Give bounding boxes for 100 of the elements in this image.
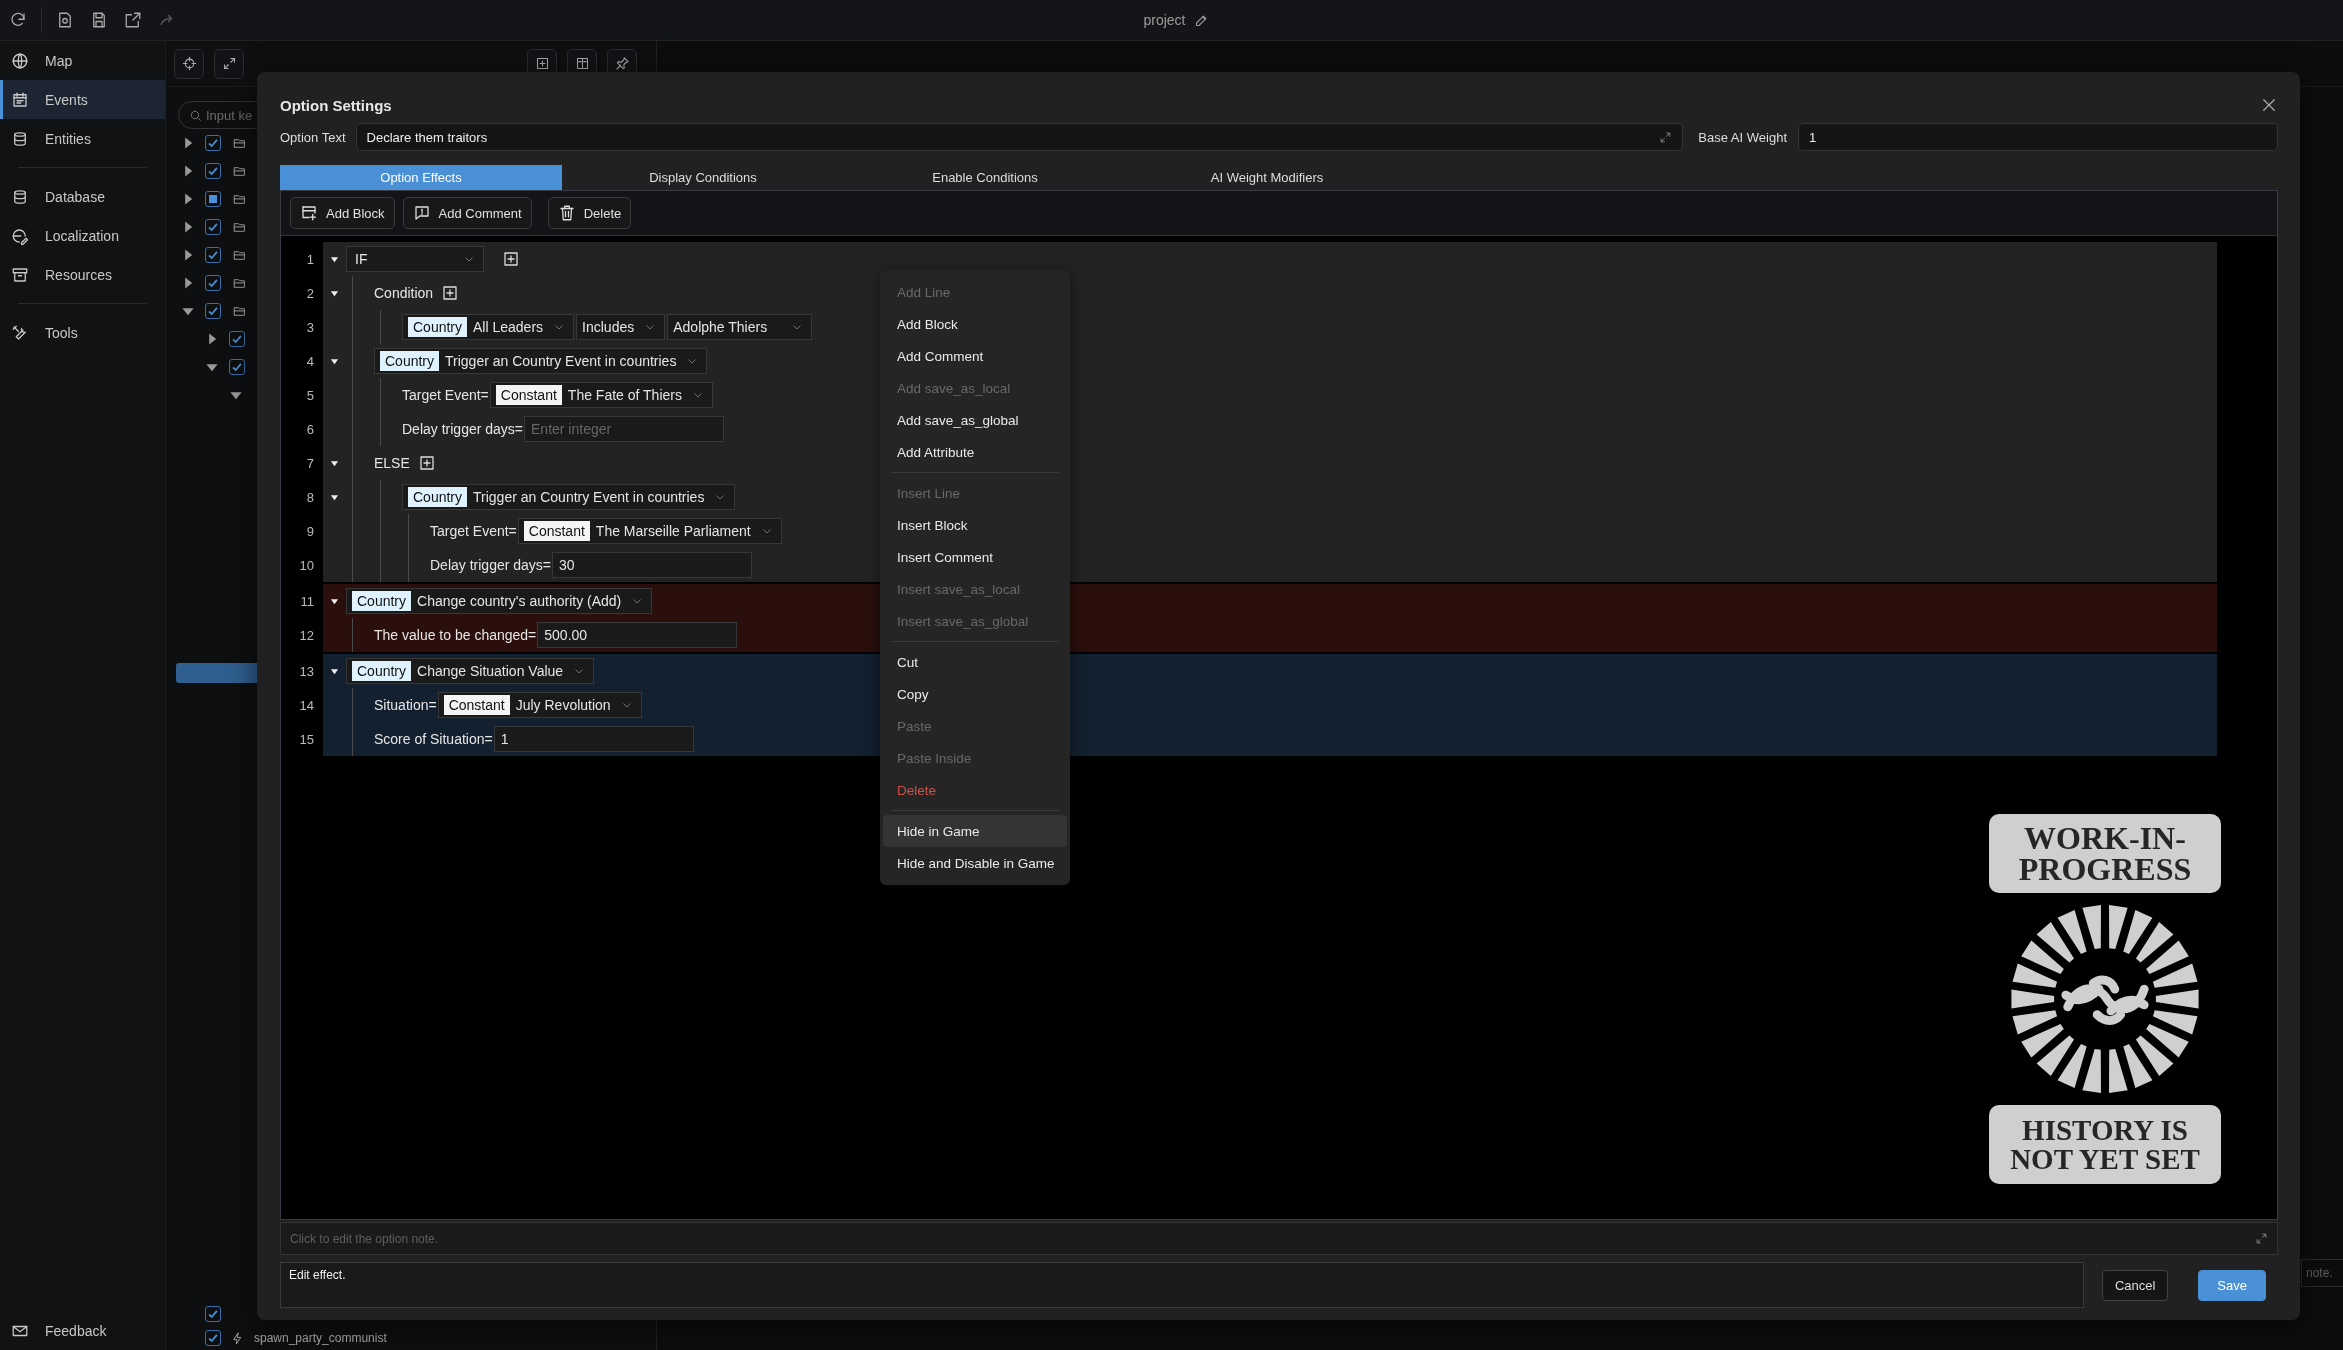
line-number: 2	[281, 276, 323, 310]
refresh-icon[interactable]	[9, 11, 27, 29]
menu-item[interactable]: Add Block	[883, 308, 1067, 340]
checkbox[interactable]	[205, 135, 221, 151]
expand-arrow-icon[interactable]	[330, 458, 339, 468]
sidebar-item[interactable]: Resources	[0, 255, 165, 294]
file-icon[interactable]	[56, 11, 74, 29]
expand-button[interactable]	[214, 48, 244, 79]
dropdown[interactable]: Constant The Marseille Parliament	[517, 518, 782, 544]
folder-icon	[233, 304, 246, 318]
menu-item[interactable]: Add Comment	[883, 340, 1067, 372]
plus-icon[interactable]	[502, 250, 520, 268]
line-number: 14	[281, 688, 323, 722]
sidebar-item[interactable]: Entities	[0, 119, 165, 158]
sidebar-item[interactable]: Database	[0, 177, 165, 216]
checkbox[interactable]	[205, 275, 221, 291]
checkbox[interactable]	[205, 1330, 221, 1346]
locate-button[interactable]	[174, 48, 204, 79]
line-number: 3	[281, 310, 323, 344]
comment-icon	[412, 204, 431, 222]
field-label: Option Text	[280, 129, 346, 145]
expand-icon[interactable]	[1659, 130, 1673, 144]
menu-item[interactable]: Hide in Game	[883, 815, 1067, 847]
tab[interactable]: AI Weight Modifiers	[1126, 165, 1408, 190]
dropdown[interactable]: Country Change Situation Value	[346, 658, 595, 684]
project-title: project	[1143, 12, 1186, 28]
folder-icon	[233, 192, 246, 206]
menu-item[interactable]: Delete	[883, 774, 1067, 806]
dropdown[interactable]: Country All Leaders	[402, 314, 575, 340]
expand-icon[interactable]	[2255, 1232, 2268, 1245]
export-icon[interactable]	[124, 11, 142, 29]
plus-icon[interactable]	[441, 284, 460, 302]
menu-item[interactable]: Insert Block	[883, 509, 1067, 541]
dropdown-value: Change country's authority (Add)	[417, 593, 622, 609]
dropdown-value: Trigger an Country Event in countries	[473, 489, 705, 505]
close-icon[interactable]	[2260, 96, 2278, 114]
add-comment-button[interactable]: Add Comment	[402, 197, 532, 229]
input-field[interactable]: 500.00	[537, 622, 738, 648]
dropdown[interactable]: Includes	[576, 314, 666, 340]
columns-icon	[574, 56, 590, 71]
cancel-button[interactable]: Cancel	[2101, 1269, 2169, 1301]
menu-item[interactable]: Hide and Disable in Game	[883, 847, 1067, 879]
dropdown[interactable]: Country Change country's authority (Add)	[346, 588, 653, 614]
parameter-label: Delay trigger days=	[402, 421, 523, 437]
dropdown-value: All Leaders	[473, 319, 544, 335]
block-label: ELSE	[374, 455, 410, 471]
checkbox[interactable]	[205, 303, 221, 319]
dropdown[interactable]: Constant July Revolution	[437, 692, 642, 718]
feedback-item[interactable]: Feedback	[0, 1311, 165, 1350]
tab[interactable]: Enable Conditions	[844, 165, 1126, 190]
menu-item[interactable]: Add save_as_global	[883, 404, 1067, 436]
event-name[interactable]: spawn_party_communist	[254, 1331, 387, 1345]
plus-icon[interactable]	[417, 454, 436, 472]
expand-arrow-icon[interactable]	[330, 596, 339, 606]
input-field[interactable]: 30	[552, 552, 752, 578]
expand-arrow-icon[interactable]	[330, 254, 339, 264]
checkbox[interactable]	[205, 163, 221, 179]
checkbox[interactable]	[205, 191, 221, 207]
dropdown[interactable]: Country Trigger an Country Event in countries	[402, 484, 736, 510]
add-block-button[interactable]: Add Block	[290, 197, 395, 229]
dropdown[interactable]: Adolphe Thiers	[667, 314, 813, 340]
sidebar-item[interactable]: Tools	[0, 313, 165, 352]
dropdown[interactable]: Constant The Fate of Thiers	[489, 382, 713, 408]
sidebar-item[interactable]: Map	[0, 41, 165, 80]
parameter-label: Situation=	[374, 697, 437, 713]
checkbox[interactable]	[205, 219, 221, 235]
expand-arrow-icon[interactable]	[330, 492, 339, 502]
dropdown-value: Trigger an Country Event in countries	[445, 353, 677, 369]
option-text-field[interactable]: Declare them traitors	[355, 123, 1684, 151]
line-number: 8	[281, 480, 323, 514]
globe-pen-icon	[11, 226, 29, 245]
sidebar-item[interactable]: Localization	[0, 216, 165, 255]
base-weight-field[interactable]: 1	[1798, 123, 2278, 151]
dropdown[interactable]: Country Trigger an Country Event in countries	[374, 348, 708, 374]
search-icon	[189, 108, 202, 122]
line-number: 9	[281, 514, 323, 548]
sidebar-item[interactable]: Events	[0, 80, 165, 119]
type-tag: Country	[352, 661, 412, 681]
expand-arrow-icon[interactable]	[330, 288, 339, 298]
checkbox[interactable]	[229, 359, 245, 375]
menu-item[interactable]: Insert Comment	[883, 541, 1067, 573]
checkbox[interactable]	[205, 1306, 221, 1322]
save-icon[interactable]	[90, 11, 108, 29]
add-block-icon	[300, 204, 318, 222]
tab[interactable]: Display Conditions	[562, 165, 844, 190]
menu-item[interactable]: Add Attribute	[883, 436, 1067, 468]
menu-item[interactable]: Copy	[883, 678, 1067, 710]
expand-arrow-icon[interactable]	[330, 666, 339, 676]
expand-arrow-icon[interactable]	[330, 356, 339, 366]
dropdown[interactable]: IF	[346, 246, 484, 272]
checkbox[interactable]	[205, 247, 221, 263]
block-label: Condition	[374, 285, 434, 301]
dropdown-value: IF	[355, 251, 368, 267]
input-field[interactable]: 1	[493, 726, 694, 752]
checkbox[interactable]	[229, 331, 245, 347]
crosshair-icon	[181, 56, 197, 71]
edit-icon[interactable]	[1193, 12, 1209, 28]
menu-item[interactable]: Cut	[883, 646, 1067, 678]
delete-button[interactable]: Delete	[547, 197, 632, 229]
effect-text-area[interactable]: Edit effect.	[280, 1262, 2084, 1308]
